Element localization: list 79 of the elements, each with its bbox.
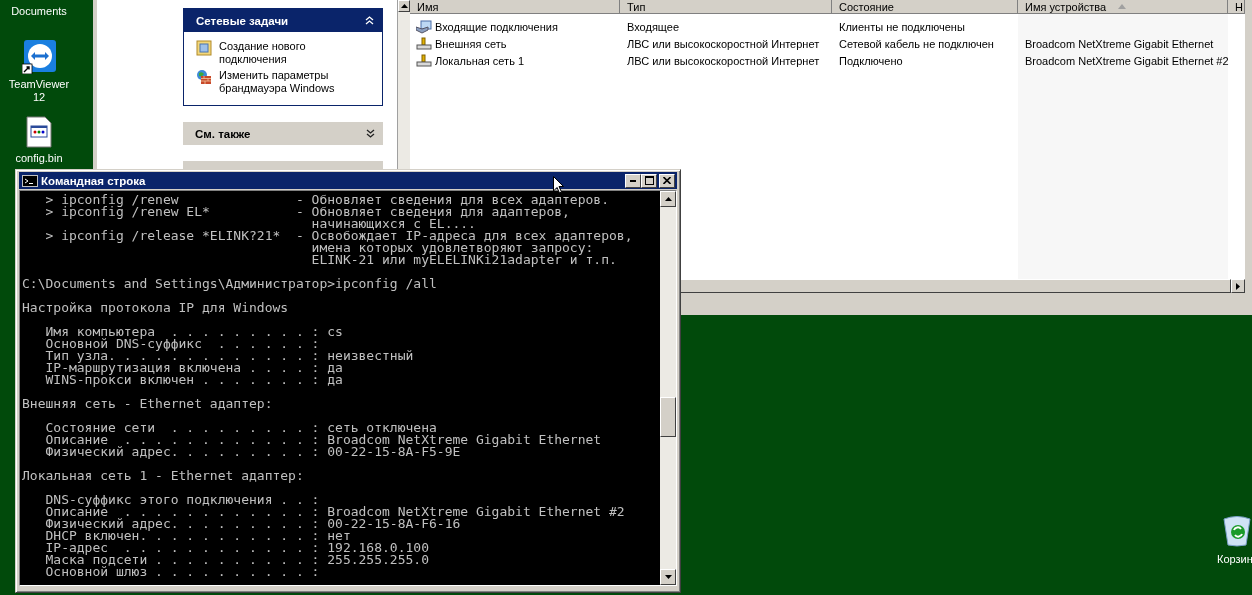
down-arrow-icon: [664, 575, 672, 579]
network-folder-icon: [196, 40, 212, 56]
computer-icon: [416, 19, 432, 34]
panel-title: См. также: [195, 127, 251, 140]
file-icon[interactable]: [26, 116, 52, 148]
scroll-up-button[interactable]: [398, 0, 410, 12]
console-line: Физический адрес. . . . . . . . . : 00-22-15-8A-F5-9E: [44, 446, 461, 458]
panel-title: Сетевые задачи: [196, 14, 289, 27]
expand-chevron-icon[interactable]: [366, 129, 375, 138]
console-line: IP-адрес . . . . . . . . . . . . : 192.168.0.100: [44, 542, 429, 554]
sort-arrow-icon: [1118, 4, 1127, 9]
table-cell: Broadcom NetXtreme Gigabit Ethernet: [1025, 37, 1214, 50]
scroll-right-button[interactable]: [1231, 279, 1245, 293]
console-line: Состояние сети . . . . . . . . . : сеть отключена: [44, 422, 437, 434]
console-line: Описание . . . . . . . . . . . . : Broadcom NetXtreme Gigabit Ethernet #2: [44, 506, 625, 518]
minimize-button[interactable]: [625, 173, 641, 188]
maximize-button[interactable]: [641, 173, 657, 188]
console-line: Описание . . . . . . . . . . . . : Broadcom NetXtreme Gigabit Ethernet: [44, 434, 602, 446]
console-icon: [22, 174, 38, 187]
column-header[interactable]: Состояние: [832, 0, 1018, 13]
table-cell: ЛВС или высокоскоростной Интернет: [627, 54, 820, 67]
console-line: Основной шлюз . . . . . . . . . . :: [44, 566, 320, 578]
minimize-icon: [630, 179, 636, 182]
console-line: Основной DNS-суффикс . . . . . . :: [44, 338, 320, 350]
table-cell: Подключено: [839, 54, 903, 67]
console-line: Настройка протокола IP для Windows: [22, 302, 289, 314]
console-line: начинающихся с EL....: [310, 218, 476, 230]
console-line: Физический адрес. . . . . . . . . : 00-22-15-8A-F6-16: [44, 518, 461, 530]
panel-header[interactable]: Сетевые задачи: [184, 9, 382, 32]
table-cell: Сетевой кабель не подключен: [839, 37, 994, 50]
console-line: > ipconfig /release *ELINK?21* - Освобождает IP-адреса для всех адаптеров,: [44, 230, 633, 242]
console-line: IP-маршрутизация включена . . . . : да: [44, 362, 343, 374]
recycle-bin-icon[interactable]: [1222, 515, 1252, 547]
scroll-thumb[interactable]: [660, 397, 676, 437]
window-title: Командная строка: [41, 174, 146, 187]
column-header[interactable]: Н: [1228, 0, 1245, 13]
up-arrow-icon: [400, 4, 408, 8]
globe-wall-icon: [196, 69, 212, 85]
console-line: Имя компьютера . . . . . . . . . : cs: [44, 326, 343, 338]
desktop-icon-label: config.bin: [14, 152, 64, 165]
console-line: C:\Documents and Settings\Администратор>ipconfig /all: [22, 278, 437, 290]
table-cell: Входящее: [627, 20, 679, 33]
console-line: имена которых удовлетворяют запросу:: [310, 242, 594, 254]
desktop-icon-label: Корзин: [1217, 553, 1252, 566]
table-cell: ЛВС или высокоскоростной Интернет: [627, 37, 820, 50]
console-line: ELINK-21 или myELELINKi21adapter и т.п.: [310, 254, 617, 266]
close-button[interactable]: [659, 173, 675, 188]
table-cell[interactable]: Внешняя сеть: [435, 37, 507, 50]
network-connection-icon: [416, 53, 432, 68]
column-header[interactable]: Имя устройства: [1018, 0, 1228, 13]
network-connection-icon: [416, 36, 432, 51]
table-cell[interactable]: Входящие подключения: [435, 20, 558, 33]
table-cell[interactable]: Локальная сеть 1: [435, 54, 525, 67]
console-line: Внешняя сеть - Ethernet адаптер:: [22, 398, 273, 410]
close-icon: [663, 177, 671, 184]
up-arrow-icon: [664, 197, 672, 201]
scroll-up-button[interactable]: [660, 191, 676, 207]
table-cell: Broadcom NetXtreme Gigabit Ethernet #2: [1025, 54, 1229, 67]
column-header[interactable]: Тип: [620, 0, 832, 13]
column-header[interactable]: Имя: [410, 0, 620, 13]
console-line: WINS-прокси включен . . . . . . . : да: [44, 374, 343, 386]
scroll-down-button[interactable]: [660, 569, 676, 585]
console-line: Тип узла. . . . . . . . . . . . . : неизвестный: [44, 350, 414, 362]
console-line: DNS-суффикс этого подключения . . :: [44, 494, 320, 506]
console-line: > ipconfig /renew EL* - Обновляет сведения для адаптеров,: [44, 206, 570, 218]
desktop-icon-label: Documents: [10, 5, 68, 18]
table-cell: Клиенты не подключены: [839, 20, 965, 33]
desktop-icon-label: TeamViewer 12: [7, 78, 71, 104]
task-link[interactable]: Изменить параметры брандмауэра Windows: [219, 69, 369, 95]
panel-header[interactable]: См. также: [183, 122, 383, 145]
console-line: DHCP включен. . . . . . . . . . . : нет: [44, 530, 351, 542]
right-arrow-icon: [1236, 282, 1240, 290]
scrollbar[interactable]: [660, 191, 676, 585]
collapse-chevron-icon[interactable]: [365, 16, 374, 25]
console-line: > ipconfig /renew - Обновляет сведения для всех адаптеров.: [44, 194, 609, 206]
task-link[interactable]: Создание нового подключения: [219, 40, 369, 66]
maximize-icon: [644, 176, 654, 185]
console-line: Локальная сеть 1 - Ethernet адаптер:: [22, 470, 304, 482]
console-line: Маска подсети . . . . . . . . . . : 255.255.255.0: [44, 554, 429, 566]
